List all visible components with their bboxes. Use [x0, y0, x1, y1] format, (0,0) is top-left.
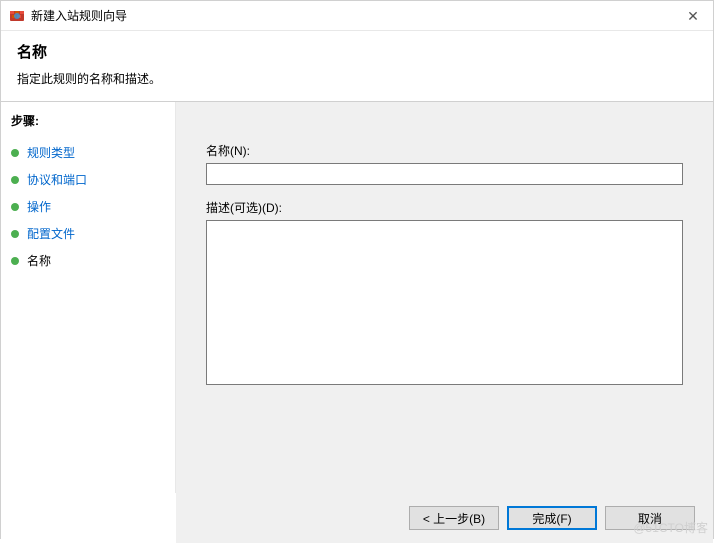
back-button[interactable]: < 上一步(B) — [409, 506, 499, 530]
wizard-header: 名称 指定此规则的名称和描述。 — [1, 31, 713, 101]
step-label: 协议和端口 — [27, 171, 87, 188]
step-label: 名称 — [27, 252, 51, 269]
description-input[interactable] — [206, 220, 683, 385]
steps-heading: 步骤: — [11, 112, 165, 129]
name-row: 名称(N): — [206, 142, 683, 185]
window-title: 新建入站规则向导 — [31, 7, 127, 24]
firewall-icon — [9, 8, 25, 24]
finish-button[interactable]: 完成(F) — [507, 506, 597, 530]
description-label: 描述(可选)(D): — [206, 199, 683, 216]
steps-sidebar: 步骤: 规则类型 协议和端口 操作 配置文件 名称 — [1, 102, 176, 493]
bullet-icon — [11, 257, 19, 265]
bullet-icon — [11, 176, 19, 184]
description-row: 描述(可选)(D): — [206, 199, 683, 388]
step-rule-type[interactable]: 规则类型 — [11, 139, 165, 166]
footer: < 上一步(B) 完成(F) 取消 @51CTO博客 — [1, 493, 713, 543]
step-label: 配置文件 — [27, 225, 75, 242]
cancel-button[interactable]: 取消 — [605, 506, 695, 530]
titlebar: 新建入站规则向导 ✕ — [1, 1, 713, 31]
page-title: 名称 — [17, 41, 697, 62]
step-label: 操作 — [27, 198, 51, 215]
step-protocol-port[interactable]: 协议和端口 — [11, 166, 165, 193]
step-action[interactable]: 操作 — [11, 193, 165, 220]
bullet-icon — [11, 230, 19, 238]
bullet-icon — [11, 149, 19, 157]
footer-buttons: < 上一步(B) 完成(F) 取消 @51CTO博客 — [176, 493, 713, 543]
footer-spacer — [1, 493, 176, 543]
name-label: 名称(N): — [206, 142, 683, 159]
content-panel: 名称(N): 描述(可选)(D): — [176, 102, 713, 493]
bullet-icon — [11, 203, 19, 211]
name-input[interactable] — [206, 163, 683, 185]
step-name[interactable]: 名称 — [11, 247, 165, 274]
page-description: 指定此规则的名称和描述。 — [17, 70, 697, 87]
step-label: 规则类型 — [27, 144, 75, 161]
step-profile[interactable]: 配置文件 — [11, 220, 165, 247]
close-icon[interactable]: ✕ — [683, 6, 703, 26]
main-area: 步骤: 规则类型 协议和端口 操作 配置文件 名称 名称(N): 描述(可选)(… — [1, 101, 713, 493]
